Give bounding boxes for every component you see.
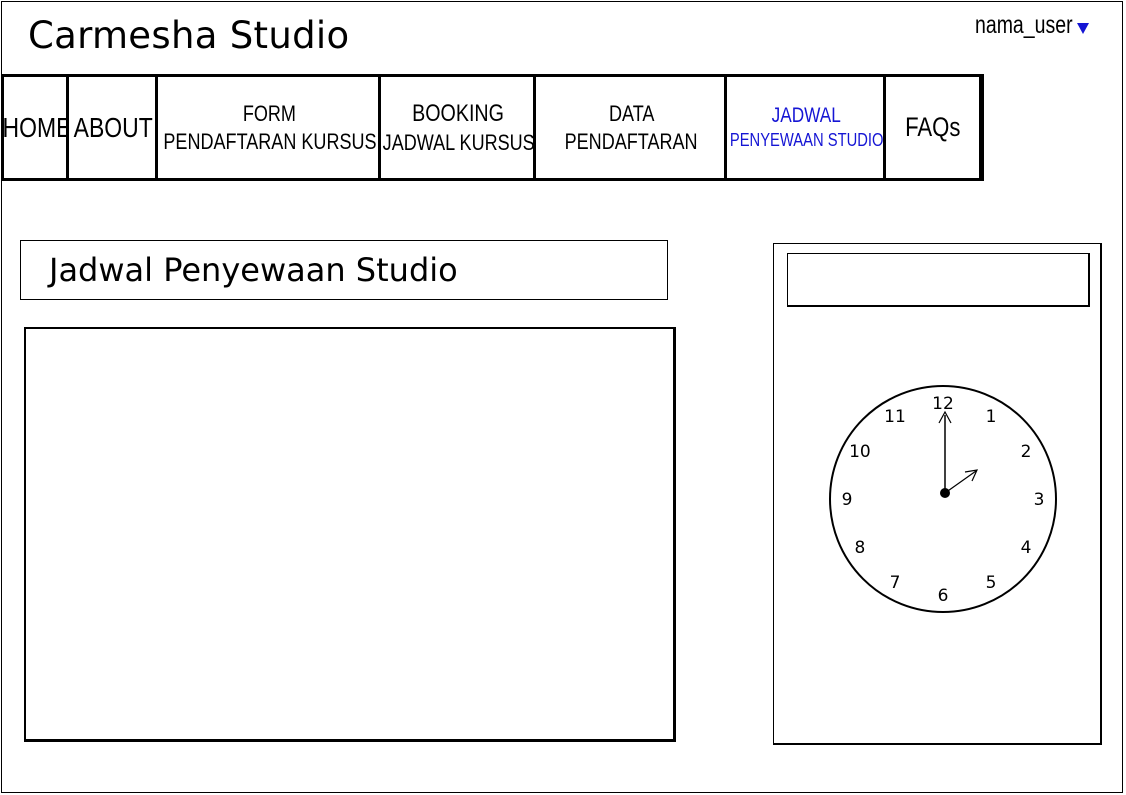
main-nav: HOME ABOUT FORM PENDAFTARAN KURSUS BOOKI… <box>1 74 984 181</box>
nav-label: JADWAL <box>771 104 842 128</box>
clock-number: 6 <box>938 586 949 606</box>
nav-item-data-pendaftaran[interactable]: DATA PENDAFTARAN <box>533 77 727 178</box>
clock-number: 8 <box>854 538 865 558</box>
nav-label: FORM <box>242 101 297 126</box>
nav-label: HOME <box>2 112 69 143</box>
page-title: Jadwal Penyewaan Studio <box>49 251 458 289</box>
nav-item-jadwal-penyewaan-studio[interactable]: JADWAL PENYEWAAN STUDIO <box>724 77 886 178</box>
clock-widget: 121234567891011 <box>829 385 1057 613</box>
clock-number: 12 <box>932 394 954 414</box>
clock-number: 7 <box>890 573 901 593</box>
nav-label: ABOUT <box>73 112 154 143</box>
clock-number: 4 <box>1021 538 1032 558</box>
nav-item-home[interactable]: HOME <box>1 77 69 178</box>
schedule-content-area <box>24 327 676 742</box>
nav-label: PENDAFTARAN <box>565 128 698 154</box>
nav-label: BOOKING <box>412 99 505 127</box>
clock-number: 10 <box>849 442 871 462</box>
nav-label: JADWAL KURSUS <box>382 129 535 155</box>
nav-item-about[interactable]: ABOUT <box>66 77 158 178</box>
nav-label: DATA <box>608 101 655 126</box>
nav-label: PENYEWAAN STUDIO <box>729 130 884 151</box>
page-title-box: Jadwal Penyewaan Studio <box>20 240 668 300</box>
nav-label: PENDAFTARAN KURSUS <box>162 128 377 154</box>
nav-item-faqs[interactable]: FAQs <box>883 77 984 178</box>
caret-down-icon[interactable] <box>1077 23 1089 34</box>
clock-number: 9 <box>842 490 853 510</box>
user-name: nama_user <box>975 11 1073 39</box>
nav-label: FAQs <box>904 111 961 142</box>
user-menu[interactable]: nama_user <box>975 11 1089 40</box>
app-title: Carmesha Studio <box>28 14 350 57</box>
clock-number: 3 <box>1034 490 1045 510</box>
clock-number: 5 <box>986 573 997 593</box>
clock-number: 11 <box>884 407 906 427</box>
nav-item-form-pendaftaran-kursus[interactable]: FORM PENDAFTARAN KURSUS <box>155 77 381 178</box>
clock-number: 1 <box>986 407 997 427</box>
nav-item-booking-jadwal-kursus[interactable]: BOOKING JADWAL KURSUS <box>378 77 536 178</box>
clock-center-dot <box>940 488 950 498</box>
side-panel-field[interactable] <box>787 253 1090 307</box>
clock-number: 2 <box>1021 442 1032 462</box>
clock-face <box>829 385 1057 613</box>
